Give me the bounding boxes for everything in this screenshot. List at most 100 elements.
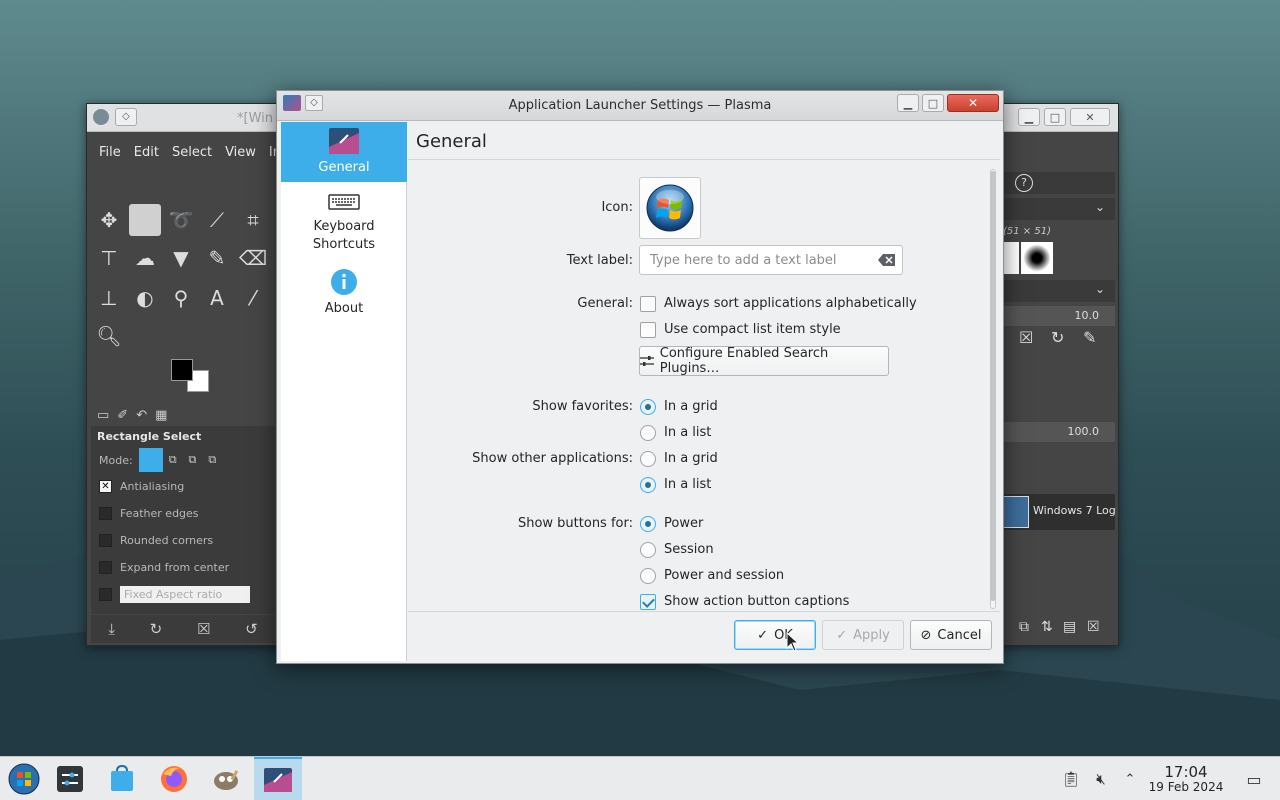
expand-from-center-checkbox[interactable]: [99, 561, 112, 574]
brush-thumb-selected[interactable]: [1021, 242, 1053, 274]
action-captions-checkbox[interactable]: [640, 594, 656, 610]
mask-icon[interactable]: ▤: [1063, 619, 1076, 635]
close-button[interactable]: ✕: [1070, 108, 1110, 126]
configure-search-plugins-label: Configure Enabled Search Plugins…: [659, 346, 829, 376]
images-tab-icon[interactable]: ▦: [155, 408, 167, 423]
refresh-icon[interactable]: ↻: [1051, 328, 1064, 347]
mode-add-icon[interactable]: ⧉: [169, 453, 177, 467]
clock-date[interactable]: 19 Feb 2024: [1142, 780, 1230, 794]
rounded-corners-checkbox[interactable]: [99, 534, 112, 547]
bucket-fill-tool-icon[interactable]: ▼: [165, 242, 197, 274]
scrollbar-thumb[interactable]: [990, 171, 996, 601]
lasso-tool-icon[interactable]: ➰: [165, 204, 197, 236]
save-preset-icon[interactable]: ⤓: [108, 620, 115, 638]
icon-picker-button[interactable]: [639, 177, 701, 239]
show-desktop-icon[interactable]: ▭: [1244, 769, 1264, 789]
keep-above-icon[interactable]: ◇: [115, 108, 137, 126]
device-status-tab-icon[interactable]: ✐: [117, 408, 128, 423]
delete-layer-icon[interactable]: ☒: [1087, 619, 1100, 635]
feather-edges-checkbox[interactable]: [99, 507, 112, 520]
taskbar-launcher-settings[interactable]: [254, 757, 302, 800]
foreground-color-swatch[interactable]: [171, 359, 193, 381]
clear-icon[interactable]: ☒: [1019, 328, 1033, 347]
taskbar-firefox[interactable]: [150, 757, 198, 800]
cancel-button[interactable]: ⊘ Cancel: [910, 620, 992, 650]
ok-button[interactable]: ✓ OK: [734, 620, 816, 650]
maximize-button[interactable]: □: [922, 94, 944, 112]
undo-history-tab-icon[interactable]: ↶: [136, 408, 147, 423]
sidebar-item-keyboard-shortcuts[interactable]: Keyboard Shortcuts: [281, 190, 407, 258]
brush-thumb[interactable]: [1003, 242, 1019, 274]
aspect-ratio-dropdown[interactable]: Fixed Aspect ratio: [120, 586, 250, 603]
sidebar-item-about[interactable]: About: [281, 268, 407, 324]
color-picker-tool-icon[interactable]: ⁄: [237, 282, 269, 314]
favorites-list-radio[interactable]: [640, 425, 656, 441]
clone-tool-icon[interactable]: ⊥: [93, 282, 125, 314]
buttons-power-radio[interactable]: [640, 516, 656, 532]
form-scrollbar[interactable]: [987, 169, 997, 609]
tool-options-actions: ⤓ ↻ ☒ ↺: [91, 615, 275, 643]
clear-text-icon[interactable]: [878, 253, 896, 267]
other-apps-list-radio[interactable]: [640, 477, 656, 493]
settings-sidebar: General Keyboard Shortcuts About: [281, 122, 407, 661]
mode-replace-icon[interactable]: [138, 448, 163, 472]
sort-icon[interactable]: ⇅: [1041, 619, 1053, 635]
clipboard-icon[interactable]: 📋︎: [1061, 769, 1081, 789]
fixed-checkbox[interactable]: [99, 588, 112, 601]
tray-expand-icon[interactable]: ⌃: [1120, 769, 1140, 789]
text-tool-icon[interactable]: A: [201, 282, 233, 314]
duplicate-layer-icon[interactable]: ⧉: [1019, 619, 1029, 635]
eraser-tool-icon[interactable]: ⌫: [237, 242, 269, 274]
buttons-power-session-radio[interactable]: [640, 568, 656, 584]
menu-file[interactable]: File: [99, 145, 121, 160]
antialiasing-checkbox[interactable]: ✕: [99, 480, 112, 493]
spacing-value[interactable]: 10.0: [1003, 306, 1115, 326]
compact-list-checkbox[interactable]: [640, 322, 656, 338]
taskbar-system-settings[interactable]: [46, 757, 94, 800]
configure-search-plugins-button[interactable]: Configure Enabled Search Plugins…: [639, 346, 889, 376]
start-menu-button[interactable]: [0, 757, 48, 800]
close-button[interactable]: ✕: [947, 94, 999, 112]
layer-thumbnail[interactable]: [1003, 496, 1029, 528]
delete-icon[interactable]: ☒: [197, 620, 210, 638]
favorites-grid-radio[interactable]: [640, 399, 656, 415]
apply-button[interactable]: ✓ Apply: [822, 620, 904, 650]
smudge-tool-icon[interactable]: ◐: [129, 282, 161, 314]
maximize-button[interactable]: □: [1044, 108, 1066, 126]
favorites-grid-label: In a grid: [664, 399, 718, 414]
rect-select-tool-icon[interactable]: [129, 204, 161, 236]
restore-icon[interactable]: ↻: [150, 620, 163, 638]
text-label-input[interactable]: [639, 245, 903, 275]
move-tool-icon[interactable]: ✥: [93, 204, 125, 236]
minimize-button[interactable]: ▁: [897, 94, 919, 112]
warp-tool-icon[interactable]: ☁: [129, 242, 161, 274]
dialog-titlebar[interactable]: ◇ Application Launcher Settings — Plasma…: [277, 91, 1003, 121]
help-icon[interactable]: ?: [1015, 174, 1033, 192]
paintbrush-tool-icon[interactable]: ✎: [201, 242, 233, 274]
chevron-down-icon[interactable]: ⌄: [1095, 282, 1105, 296]
taskbar-discover[interactable]: [98, 757, 146, 800]
mode-subtract-icon[interactable]: ⧉: [189, 453, 197, 467]
reset-icon[interactable]: ↺: [245, 620, 258, 638]
mode-intersect-icon[interactable]: ⧉: [208, 453, 216, 467]
paths-tool-icon[interactable]: ⚲: [165, 282, 197, 314]
opacity-value[interactable]: 100.0: [1003, 422, 1115, 442]
volume-muted-icon[interactable]: 🔇︎: [1091, 769, 1111, 789]
fuzzy-select-tool-icon[interactable]: ⟋: [201, 204, 233, 236]
crop-tool-icon[interactable]: ⌗: [237, 204, 269, 236]
edit-icon[interactable]: ✎: [1083, 328, 1096, 347]
menu-edit[interactable]: Edit: [134, 145, 159, 160]
other-apps-grid-radio[interactable]: [640, 451, 656, 467]
tool-options-tab-icon[interactable]: ▭: [97, 408, 109, 423]
sidebar-item-general[interactable]: General: [281, 122, 407, 182]
minimize-button[interactable]: ▁: [1018, 108, 1040, 126]
menu-select[interactable]: Select: [172, 145, 212, 160]
clock-time[interactable]: 17:04: [1148, 763, 1224, 781]
chevron-down-icon[interactable]: ⌄: [1095, 200, 1105, 214]
transform-tool-icon[interactable]: ⊤: [93, 242, 125, 274]
zoom-tool-icon[interactable]: 🔍︎: [93, 320, 125, 352]
taskbar-gimp[interactable]: [202, 757, 250, 800]
sort-alphabetically-checkbox[interactable]: [640, 296, 656, 312]
buttons-session-radio[interactable]: [640, 542, 656, 558]
menu-view[interactable]: View: [225, 145, 256, 160]
